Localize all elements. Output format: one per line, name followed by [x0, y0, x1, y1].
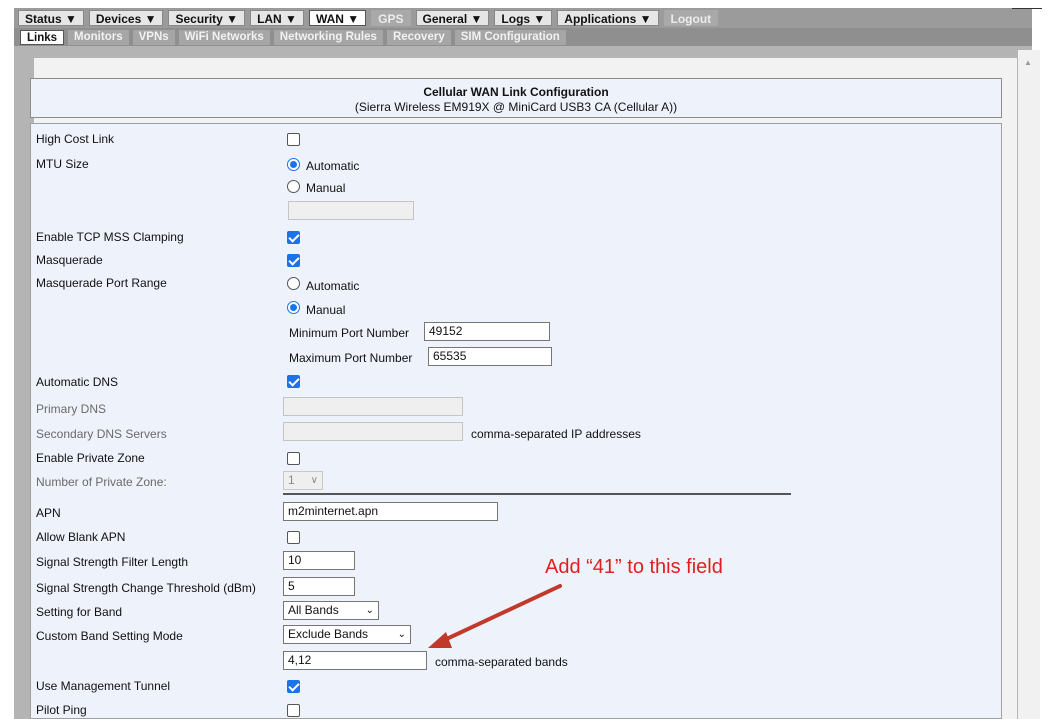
annotation-arrow-icon — [428, 584, 562, 648]
